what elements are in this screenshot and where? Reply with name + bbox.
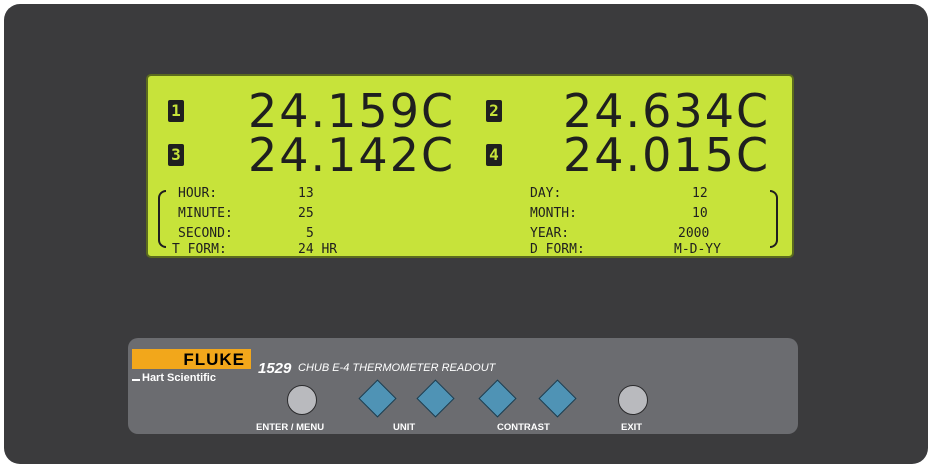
model-description: CHUB E-4 THERMOMETER READOUT <box>298 362 496 374</box>
fluke-logo: FLUKE <box>132 349 251 369</box>
channel-1-badge: 1 <box>168 100 184 122</box>
contrast-label: CONTRAST <box>497 422 550 433</box>
unit-down-button[interactable] <box>358 379 397 418</box>
contrast-down-button[interactable] <box>478 379 517 418</box>
left-bracket <box>158 190 166 248</box>
enter-menu-label: ENTER / MENU <box>256 422 325 433</box>
dform-value: M-D-YY <box>674 242 721 257</box>
year-label: YEAR: <box>530 226 570 241</box>
exit-label: EXIT <box>621 422 643 433</box>
brand-name: FLUKE <box>183 350 245 369</box>
right-bracket <box>770 190 778 248</box>
logo-line <box>132 379 140 381</box>
hour-label: HOUR: <box>178 186 218 201</box>
tform-value: 24 HR <box>298 242 338 257</box>
minute-label: MINUTE: <box>178 206 233 221</box>
day-label: DAY: <box>530 186 562 201</box>
unit-label: UNIT <box>393 422 416 433</box>
dform-label: D FORM: <box>530 242 585 257</box>
enter-menu-button[interactable] <box>287 385 317 415</box>
second-value: 5 <box>306 226 314 241</box>
channel-4-badge: 4 <box>486 144 502 166</box>
second-label: SECOND: <box>178 226 233 241</box>
unit-up-button[interactable] <box>416 379 455 418</box>
day-value: 12 <box>692 186 708 201</box>
month-value: 10 <box>692 206 708 221</box>
channel-4-reading: 24.015C <box>563 128 771 182</box>
hour-value: 13 <box>298 186 314 201</box>
channel-2-badge: 2 <box>486 100 502 122</box>
lcd-display: 1 24.159C 2 24.634C 3 24.142C 4 24.015C … <box>146 74 794 258</box>
channel-3-reading: 24.142C <box>248 128 456 182</box>
control-panel: FLUKE Hart Scientific 1529 CHUB E-4 THER… <box>128 338 798 434</box>
sub-brand: Hart Scientific <box>142 372 216 384</box>
tform-label: T FORM: <box>172 242 227 257</box>
month-label: MONTH: <box>530 206 577 221</box>
exit-button[interactable] <box>618 385 648 415</box>
contrast-up-button[interactable] <box>538 379 577 418</box>
year-value: 2000 <box>678 226 710 241</box>
minute-value: 25 <box>298 206 314 221</box>
channel-3-badge: 3 <box>168 144 184 166</box>
model-number: 1529 <box>258 360 292 377</box>
